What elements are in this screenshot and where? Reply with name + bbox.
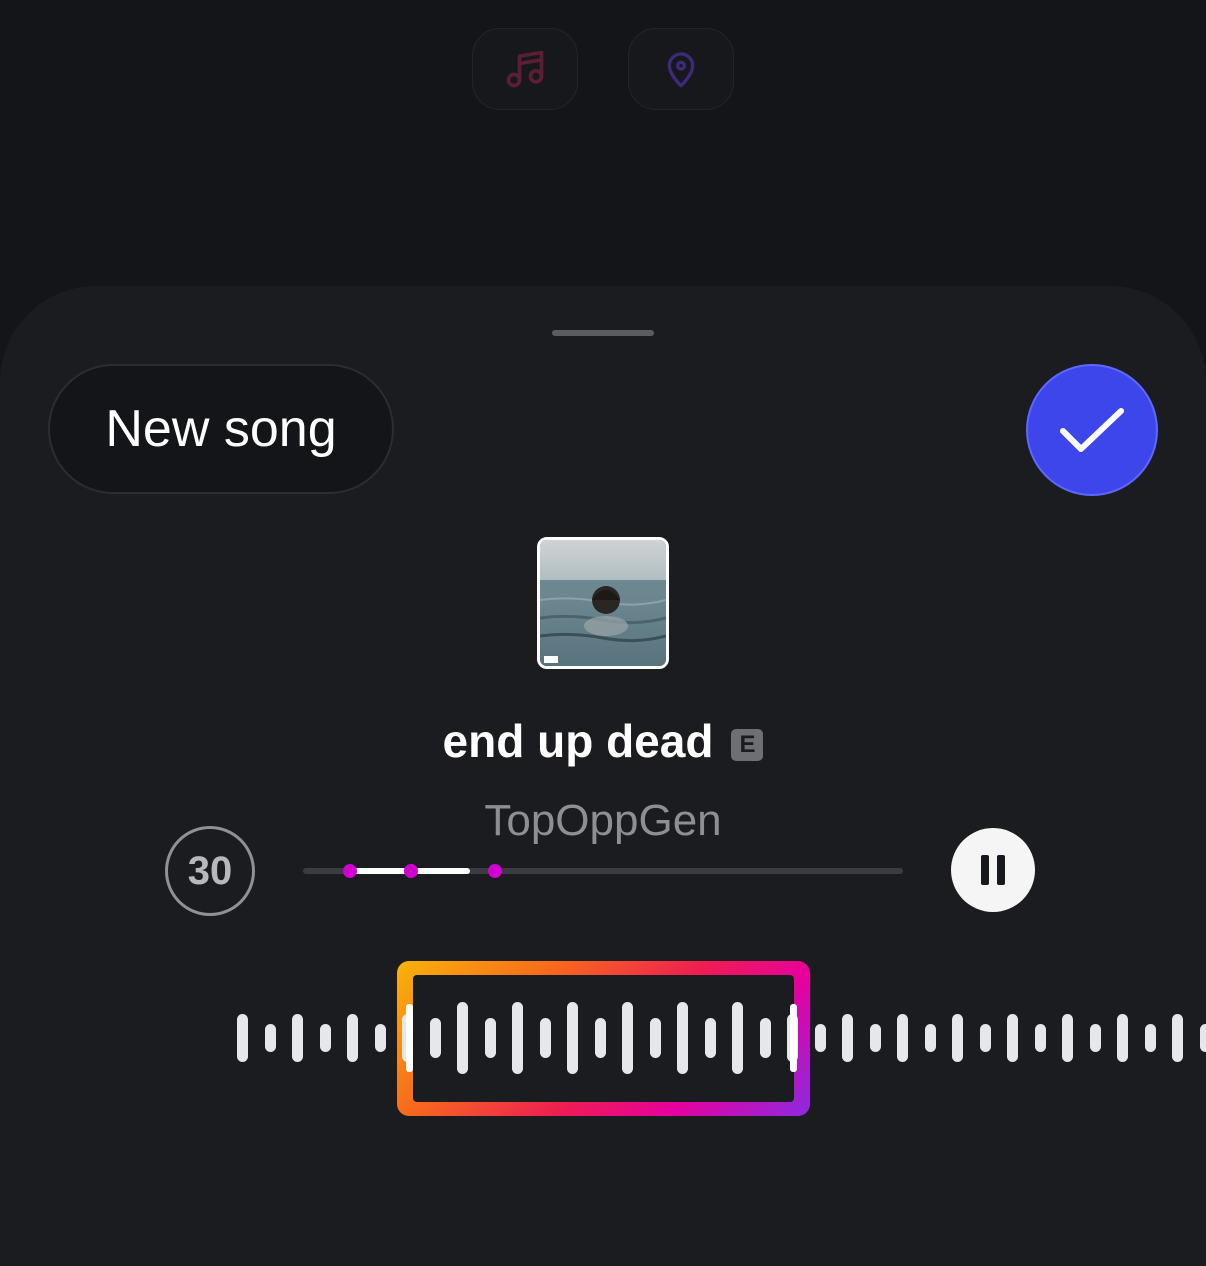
waveform-bar [320,1024,331,1052]
waveform-bar [375,1024,386,1052]
progress-marker [404,864,418,878]
clip-duration-button[interactable]: 30 [165,826,255,916]
waveform-bar [980,1024,991,1052]
music-button[interactable] [472,28,578,110]
explicit-badge: E [731,729,763,761]
new-song-label: New song [105,399,336,459]
waveform-bar [265,1024,276,1052]
waveform-bar [1145,1024,1156,1052]
confirm-button[interactable] [1026,364,1158,496]
waveform-bar [622,1002,633,1074]
progress-start-marker [343,864,357,878]
waveform-bar [1090,1024,1101,1052]
waveform-bar [925,1024,936,1052]
waveform-bar [705,1018,716,1058]
waveform-bar [292,1014,303,1062]
progress-end-marker[interactable] [488,864,502,878]
waveform-bar [1172,1014,1183,1062]
clip-start-handle[interactable] [406,1004,413,1072]
pause-icon [977,855,1009,885]
waveform-bar [870,1024,881,1052]
waveform-bar [1117,1014,1128,1062]
song-title-row: end up dead E [0,714,1206,768]
waveform-bar [650,1018,661,1058]
pause-button[interactable] [951,828,1035,912]
sheet-grabber[interactable] [552,330,654,336]
location-button[interactable] [628,28,734,110]
waveform-bar [1035,1024,1046,1052]
waveform-bar [347,1014,358,1062]
checkmark-icon [1057,405,1127,455]
waveform-bar [1007,1014,1018,1062]
clip-end-handle[interactable] [790,1004,797,1072]
waveform[interactable] [0,1000,1206,1076]
waveform-bar [1200,1024,1206,1052]
waveform-bar [732,1002,743,1074]
waveform-bar [1062,1014,1073,1062]
waveform-bar [842,1014,853,1062]
location-pin-icon [661,47,701,91]
waveform-bar [897,1014,908,1062]
waveform-bar [237,1014,248,1062]
waveform-bar [567,1002,578,1074]
song-title: end up dead [443,715,714,767]
waveform-bar [815,1024,826,1052]
waveform-bar [512,1002,523,1074]
music-note-icon [503,47,547,91]
waveform-bar [760,1018,771,1058]
waveform-bar [485,1018,496,1058]
album-art [537,537,669,669]
new-song-button[interactable]: New song [48,364,394,494]
clip-duration-label: 30 [188,849,233,894]
waveform-bar [457,1002,468,1074]
waveform-bar [677,1002,688,1074]
waveform-bar [430,1018,441,1058]
waveform-bar [952,1014,963,1062]
waveform-bar [540,1018,551,1058]
waveform-bar [595,1018,606,1058]
